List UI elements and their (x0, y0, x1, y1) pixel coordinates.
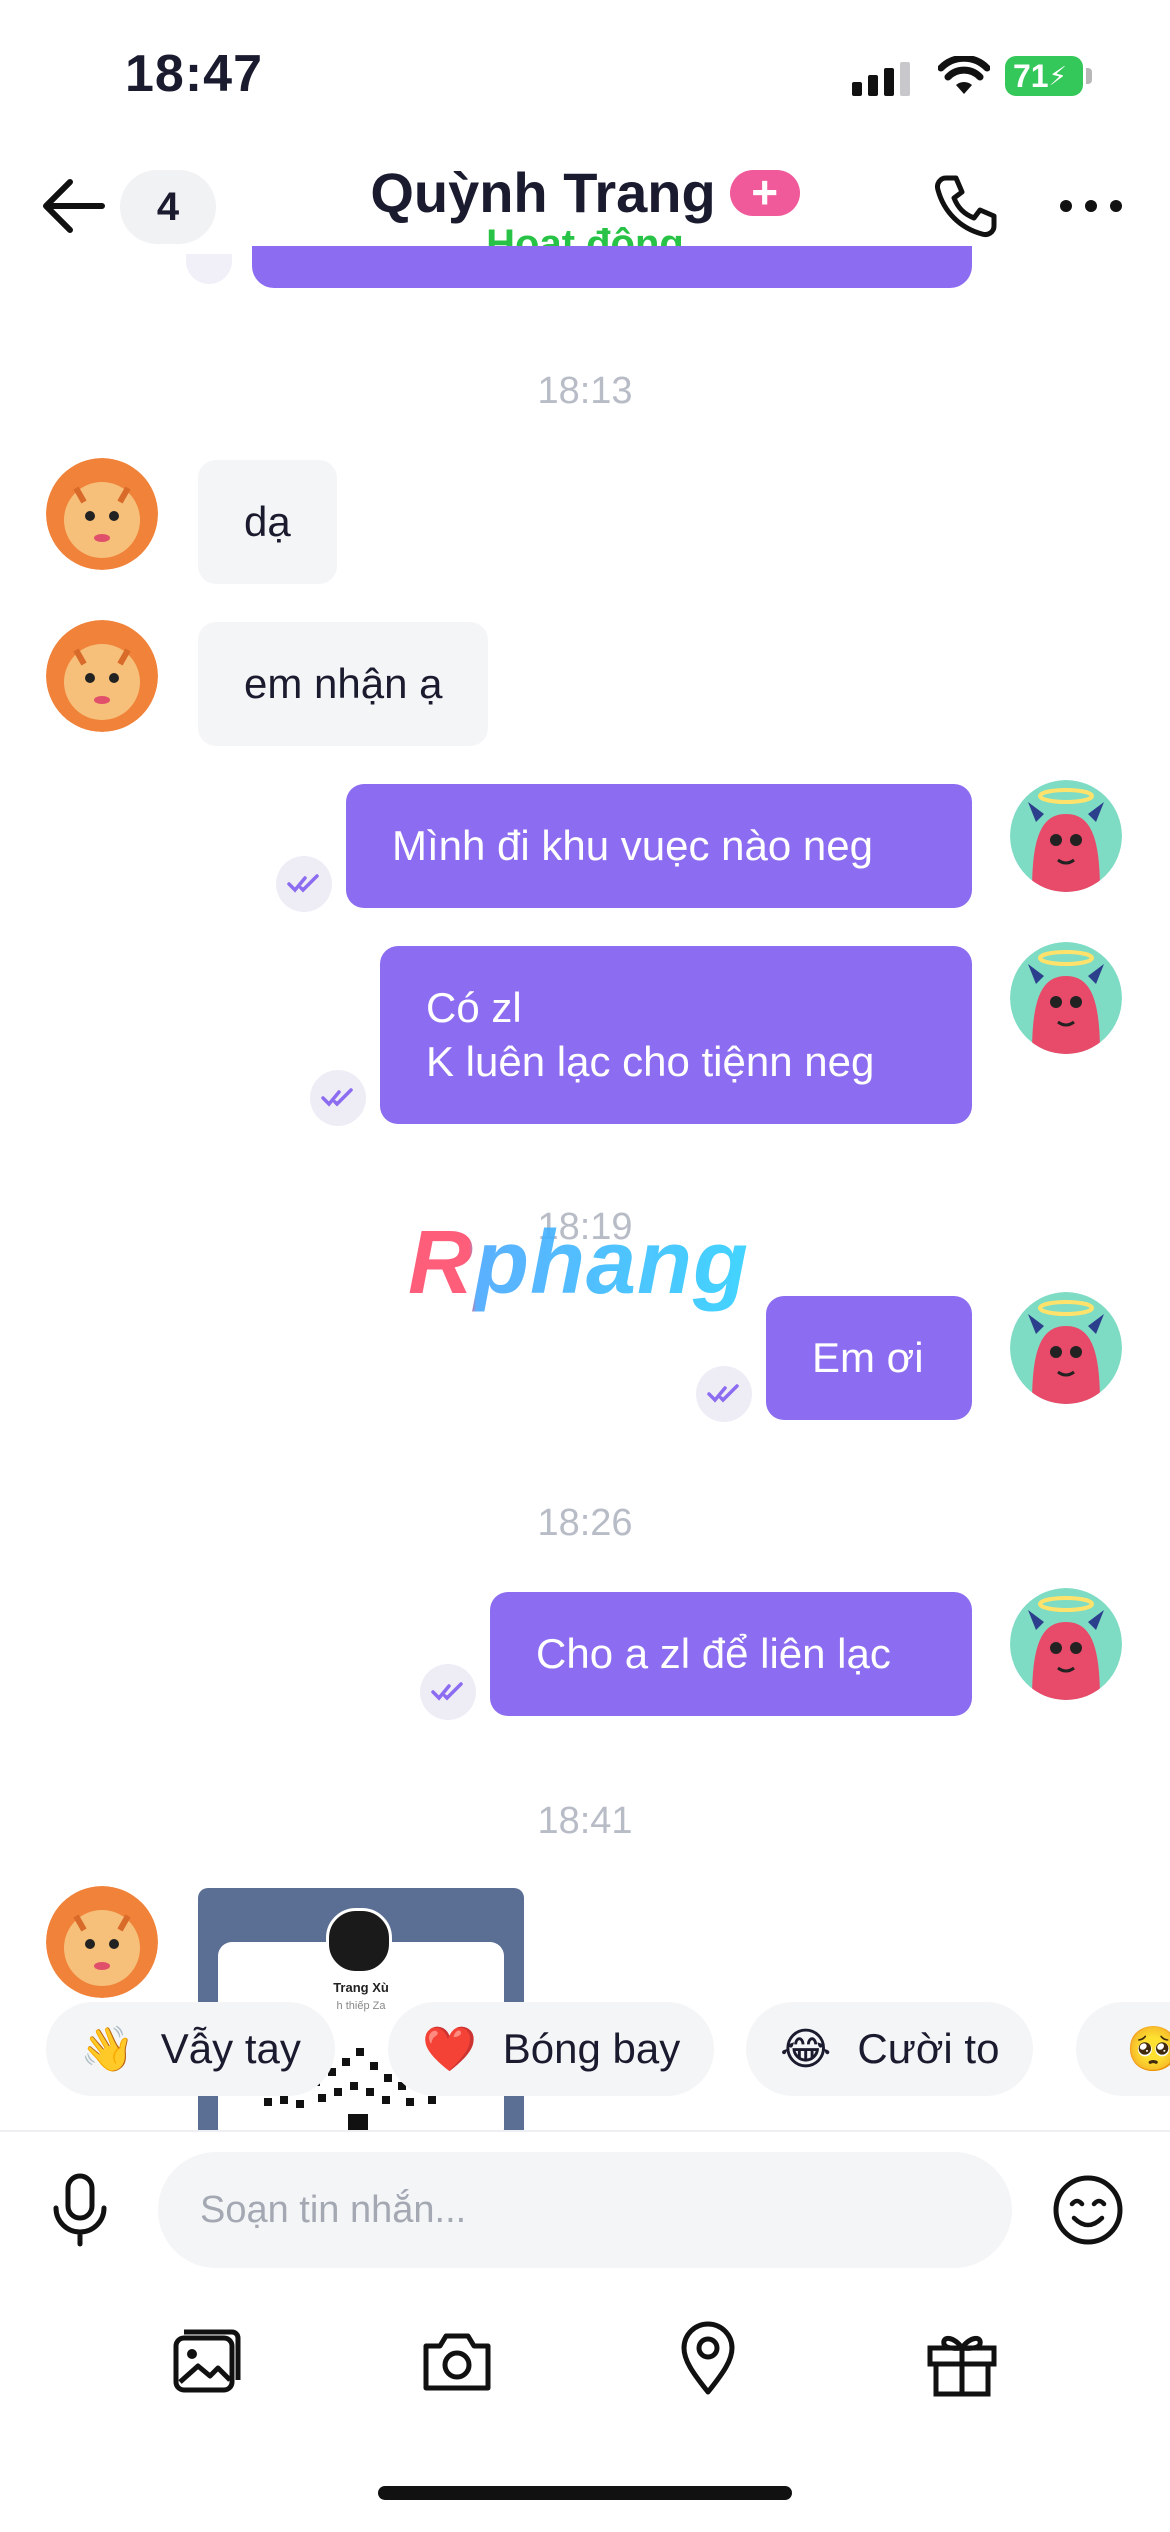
my-avatar[interactable] (1010, 942, 1122, 1054)
read-check-icon (420, 1664, 476, 1720)
phone-icon[interactable] (932, 172, 1000, 240)
my-avatar[interactable] (1010, 1292, 1122, 1404)
contact-name: Quỳnh Trang (370, 161, 716, 224)
timestamp: 18:26 (537, 1502, 633, 1544)
battery-cap (1086, 68, 1092, 84)
quick-reply-label: Vẫy tay (160, 2025, 301, 2072)
gift-icon[interactable] (926, 2328, 998, 2398)
message-bubble-outgoing-previous[interactable] (252, 246, 972, 288)
message-bubble-outgoing[interactable]: Cho a zl để liên lạc (490, 1592, 972, 1716)
message-text: dạ (244, 498, 291, 545)
cellular-signal-icon (852, 62, 910, 96)
message-text: Em ơi (812, 1334, 924, 1381)
camera-icon[interactable] (420, 2328, 494, 2394)
message-bubble-outgoing[interactable]: Có zl K luên lạc cho tiệnn neg (380, 946, 972, 1124)
message-text-line: K luên lạc cho tiệnn neg (426, 1038, 875, 1085)
card-avatar (326, 1908, 392, 1974)
plus-badge: + (729, 169, 800, 217)
read-check-icon (696, 1366, 752, 1422)
message-bubble-outgoing[interactable]: Mình đi khu vuẹc nào neg (346, 784, 972, 908)
location-icon[interactable] (678, 2320, 738, 2396)
message-text: Cho a zl để liên lạc (536, 1630, 891, 1677)
read-check-icon (276, 856, 332, 912)
my-avatar[interactable] (1010, 780, 1122, 892)
quick-reply-chip[interactable]: 😂 Cười to (746, 2002, 1034, 2096)
timestamp: 18:41 (537, 1800, 633, 1842)
my-avatar[interactable] (1010, 1588, 1122, 1700)
message-bubble-outgoing[interactable]: Em ơi (766, 1296, 972, 1420)
contact-avatar[interactable] (46, 620, 158, 732)
status-time: 18:47 (125, 45, 263, 103)
quick-reply-chip[interactable]: 👋 Vẫy tay (46, 2002, 335, 2096)
contact-avatar[interactable] (46, 458, 158, 570)
timestamp: 18:13 (537, 370, 633, 412)
quick-reply-bar: 👋 Vẫy tay ❤️ Bóng bay 😂 Cười to 🥺 (0, 2002, 1170, 2100)
message-text-line: Có zl (426, 984, 522, 1031)
heart-emoji-icon: ❤️ (422, 2025, 477, 2074)
card-contact-name: Trang Xù (333, 1980, 389, 1995)
more-icon[interactable] (1058, 198, 1124, 214)
pleading-emoji-icon: 🥺 (1126, 2025, 1170, 2074)
message-text: Mình đi khu vuẹc nào neg (392, 822, 873, 869)
battery-level: 71 (1013, 57, 1049, 94)
message-text: em nhận ạ (244, 660, 443, 707)
wave-emoji-icon: 👋 (80, 2025, 135, 2074)
quick-reply-chip[interactable]: ❤️ Bóng bay (388, 2002, 715, 2096)
message-input-placeholder: Soạn tin nhắn... (200, 2188, 467, 2231)
emoji-icon[interactable] (1052, 2174, 1124, 2246)
wifi-icon (938, 56, 990, 94)
mic-icon[interactable] (50, 2172, 110, 2248)
quick-reply-label: Cười to (857, 2025, 1000, 2072)
quick-reply-label: Bóng bay (502, 2025, 681, 2072)
message-bubble-incoming[interactable]: em nhận ạ (198, 622, 489, 746)
home-indicator[interactable] (378, 2486, 792, 2500)
message-input[interactable]: Soạn tin nhắn... (158, 2152, 1012, 2268)
read-check-icon (310, 1070, 366, 1126)
message-bubble-incoming[interactable]: dạ (198, 460, 337, 584)
battery-indicator: 71 ⚡ (1005, 56, 1083, 96)
quick-reply-chip[interactable]: 🥺 (1076, 2002, 1170, 2096)
laugh-emoji-icon: 😂 (780, 2024, 832, 2074)
divider (0, 2130, 1170, 2132)
read-check-icon (186, 254, 232, 284)
contact-avatar[interactable] (46, 1886, 158, 1998)
watermark-logo: Rphang (408, 1213, 749, 1313)
image-icon[interactable] (172, 2328, 242, 2394)
